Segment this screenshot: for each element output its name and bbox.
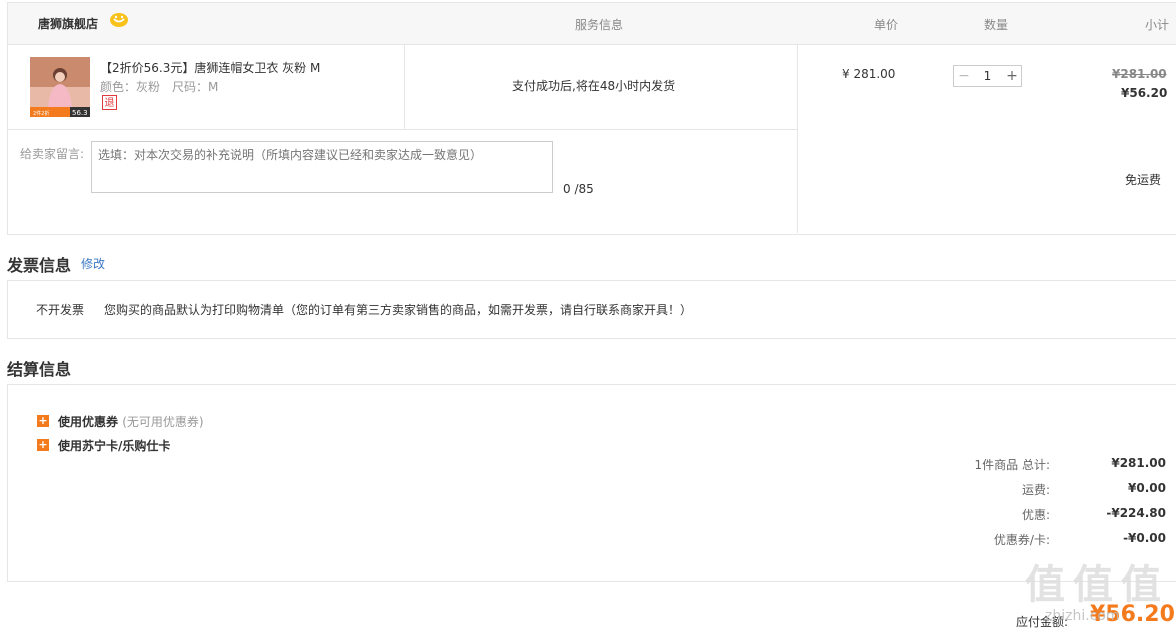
summary-coupon-value: -¥0.00: [1123, 531, 1166, 545]
coupon-option[interactable]: 使用优惠券 (无可用优惠券): [58, 413, 204, 430]
header-service: 服务信息: [575, 18, 624, 32]
invoice-description: 您购买的商品默认为打印购物清单（您的订单有第三方卖家销售的商品，如需开发票，请自…: [104, 303, 693, 317]
service-info: 支付成功后,将在48小时内发货: [512, 79, 676, 93]
coupon-label: 使用优惠券: [58, 415, 119, 429]
product-title[interactable]: 【2折价56.3元】唐狮连帽女卫衣 灰粉 M: [100, 59, 320, 76]
subtotal-original: ¥281.00: [1112, 67, 1167, 81]
message-label: 给卖家留言:: [20, 147, 85, 161]
order-header-row: 唐狮旗舰店 服务信息 单价 数量 小计: [8, 3, 1176, 45]
seller-message-input[interactable]: [91, 141, 553, 193]
shipping-fee: 免运费: [1125, 173, 1162, 187]
watermark-glyph: 值: [1121, 562, 1161, 608]
product-image[interactable]: 2件2折 56.3: [30, 57, 90, 117]
summary-discount-label: 优惠:: [1021, 508, 1050, 522]
header-quantity: 数量: [984, 18, 1009, 32]
summary-total-label: 1件商品 总计:: [974, 458, 1051, 472]
header-unit-price: 单价: [874, 18, 899, 32]
decrease-button[interactable]: −: [954, 66, 974, 86]
increase-button[interactable]: +: [1002, 66, 1022, 86]
summary-discount-value: -¥224.80: [1106, 506, 1166, 520]
card-option[interactable]: 使用苏宁卡/乐购仕卡: [58, 437, 170, 454]
divider: [797, 44, 798, 233]
subtotal-final: ¥56.20: [1121, 86, 1168, 100]
image-tag-text: 2件2折: [33, 110, 49, 117]
divider: [7, 129, 797, 130]
product-attributes: 颜色：灰粉 尺码：M: [100, 80, 219, 94]
store-name[interactable]: 唐狮旗舰店: [38, 15, 98, 32]
expand-coupon-icon[interactable]: +: [37, 415, 49, 427]
invoice-type: 不开发票: [36, 303, 85, 317]
quantity-value[interactable]: 1: [974, 66, 1001, 86]
refund-badge: 退: [102, 95, 117, 110]
unit-price: ¥ 281.00: [842, 67, 896, 81]
summary-coupon-label: 优惠券/卡:: [993, 533, 1050, 547]
expand-card-icon[interactable]: +: [37, 439, 49, 451]
watermark: 值 值 值 zhizhi.com: [1025, 552, 1175, 632]
summary-shipping-label: 运费:: [1021, 483, 1050, 497]
watermark-url: zhizhi.com: [1045, 608, 1120, 624]
watermark-glyph: 值: [1025, 562, 1065, 608]
invoice-edit-link[interactable]: 修改: [81, 255, 105, 272]
store-badge-icon: [110, 13, 128, 27]
message-char-count: 0 /85: [563, 182, 594, 196]
summary-shipping-value: ¥0.00: [1128, 481, 1166, 495]
coupon-note: (无可用优惠券): [122, 415, 204, 429]
settlement-section-title: 结算信息: [7, 360, 72, 379]
order-table: 唐狮旗舰店 服务信息 单价 数量 小计: [7, 2, 1176, 235]
divider: [404, 44, 405, 129]
watermark-glyph: 值: [1073, 562, 1113, 608]
summary-total-value: ¥281.00: [1111, 456, 1166, 470]
image-price-tag: 56.3: [72, 109, 88, 117]
invoice-section-title: 发票信息: [7, 256, 72, 275]
quantity-stepper: − 1 +: [953, 65, 1022, 87]
header-subtotal: 小计: [1145, 18, 1170, 32]
